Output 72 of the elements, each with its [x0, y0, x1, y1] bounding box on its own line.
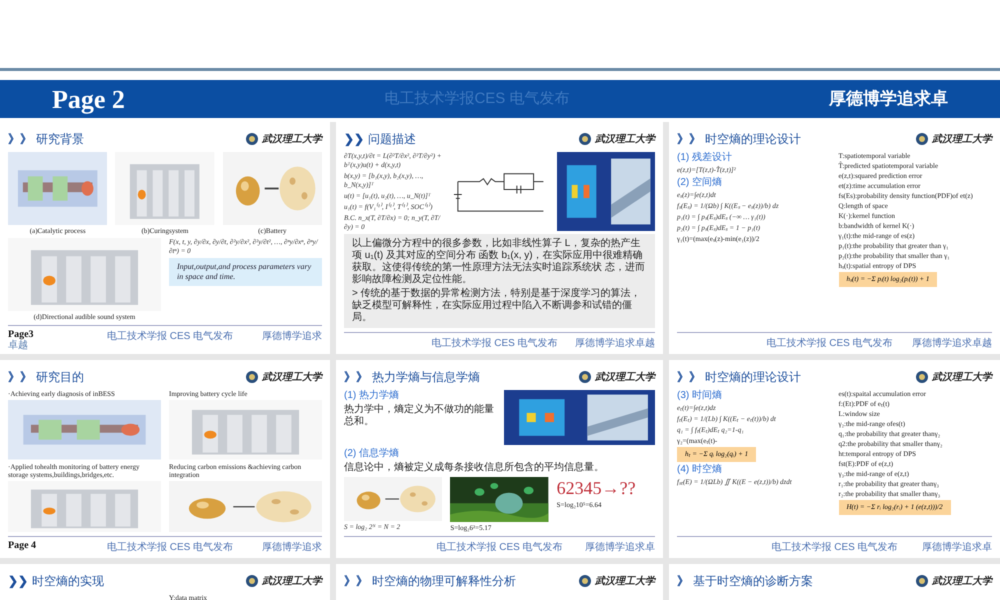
slide-title: 基于时空熵的诊断方案 [693, 573, 813, 590]
title-marker: 》》 [677, 369, 701, 386]
footer-motto: 厚德博学追求 [262, 540, 322, 555]
slide-title: 时空熵的理论设计 [705, 131, 801, 148]
section-heading: (2) 空间熵 [677, 177, 723, 189]
footer-motto: 厚德博学追求卓 [922, 540, 992, 555]
slide-thumbnail[interactable] [0, 122, 330, 354]
title-marker: ❯❯ [8, 573, 28, 590]
university-logo: 武汉理工大学 [932, 574, 992, 588]
footer-motto: 厚德博学追求卓 [585, 540, 655, 555]
slide-title: 研究背景 [36, 131, 84, 148]
emblem-icon [246, 371, 258, 383]
paragraph: 信息论中，熵被定义成每条接收信息所包含的平均信息量。 [344, 462, 605, 474]
paragraph: > 传统的基于数据的异常检测方法，特别是基于深度学习的算法，缺乏模型可解释性，在实际应用过程中陷入不断调参和试错的僵局。 [352, 288, 642, 324]
section-heading: (1) 热力学熵 [344, 390, 400, 402]
page-number: Page 4 [8, 540, 38, 551]
footer-text: 电工技术学报 CES 电气发布 [766, 336, 893, 351]
university-logo: 武汉理工大学 [262, 574, 322, 588]
university-logo: 武汉理工大学 [262, 132, 322, 146]
title-marker: 》》 [8, 369, 32, 386]
emblem-icon [916, 133, 928, 145]
footer-text: 电工技术学报 CES 电气发布 [106, 540, 234, 555]
banner-motto: 厚德博学追求卓 [829, 88, 948, 110]
section-heading: (4) 时空熵 [677, 464, 723, 476]
page-number: Page3 [8, 329, 35, 340]
university-logo: 武汉理工大学 [595, 132, 655, 146]
university-logo: 武汉理工大学 [595, 370, 655, 384]
paragraph: 热力学中，熵定义为不做功的能量总和。 [344, 404, 495, 428]
slide-thumbnail[interactable] [669, 360, 1000, 558]
emblem-icon [246, 575, 258, 587]
emblem-icon [916, 371, 928, 383]
emblem-icon [579, 371, 591, 383]
section-heading: (1) 残差设计 [677, 152, 733, 164]
university-logo: 武汉理工大学 [932, 132, 992, 146]
slide-title: 热力学熵与信息学熵 [372, 369, 480, 386]
slide-thumbnail[interactable] [669, 122, 1000, 354]
university-logo: 武汉理工大学 [932, 370, 992, 384]
emblem-icon [916, 575, 928, 587]
slide-title: 时空熵的实现 [32, 573, 104, 590]
title-marker: 》》 [8, 131, 32, 148]
note: Input,output,and process parameters vary in space and time. [169, 258, 322, 286]
footer-text: 卓越 [8, 340, 29, 351]
section-heading: (2) 信息学熵 [344, 448, 400, 460]
title-marker: 》 [677, 573, 689, 590]
emblem-icon [579, 133, 591, 145]
footer-text: 电工技术学报 CES 电气发布 [431, 336, 558, 351]
university-logo: 武汉理工大学 [262, 370, 322, 384]
paragraph: 以上偏微分方程中的很多参数，比如非线性算子 L，复杂的热产生项 u₁(t) 及其对应的空间分布 函数 b₁(x, y)，在实际应用中很难精确获取。这使得传统的第一性原理方法无法实时追踪系统状 态，进而影响故障检测及定位性能。 [352, 238, 646, 286]
section-heading: (3) 时间熵 [677, 390, 723, 402]
slide-title: 时空熵的物理可解释性分析 [372, 573, 516, 590]
title-marker: 》》 [344, 369, 368, 386]
university-logo: 武汉理工大学 [595, 574, 655, 588]
footer-text: 电工技术学报 CES 电气发布 [771, 540, 898, 555]
slide-title: 研究目的 [36, 369, 84, 386]
footer-text: 电工技术学报 CES 电气发布 [436, 540, 563, 555]
banner-page-number: Page 2 [52, 84, 125, 116]
footer-motto: 厚德博学追求 [262, 330, 322, 344]
slide-thumbnail[interactable]: 》》 时空熵的物理可解释性分析 武汉理工大学 [336, 564, 663, 600]
footer-motto: 厚德博学追求卓越 [912, 336, 992, 351]
emblem-icon [246, 133, 258, 145]
slide-thumbnail[interactable] [0, 360, 330, 558]
slide-title: 时空熵的理论设计 [705, 369, 801, 386]
title-marker: 》》 [344, 573, 368, 590]
footer-motto: 厚德博学追求卓越 [575, 336, 655, 351]
slide-title: 问题描述 [368, 131, 416, 148]
slide-thumbnail[interactable] [336, 122, 663, 354]
title-marker: 》》 [677, 131, 701, 148]
number-sequence: 62345→?? [556, 477, 637, 499]
title-marker: ❯❯ [344, 131, 364, 148]
emblem-icon [579, 575, 591, 587]
slide-thumbnail[interactable]: 》 基于时空熵的诊断方案 武汉理工大学 [669, 564, 1000, 600]
footer-text: 电工技术学报 CES 电气发布 [106, 330, 234, 344]
